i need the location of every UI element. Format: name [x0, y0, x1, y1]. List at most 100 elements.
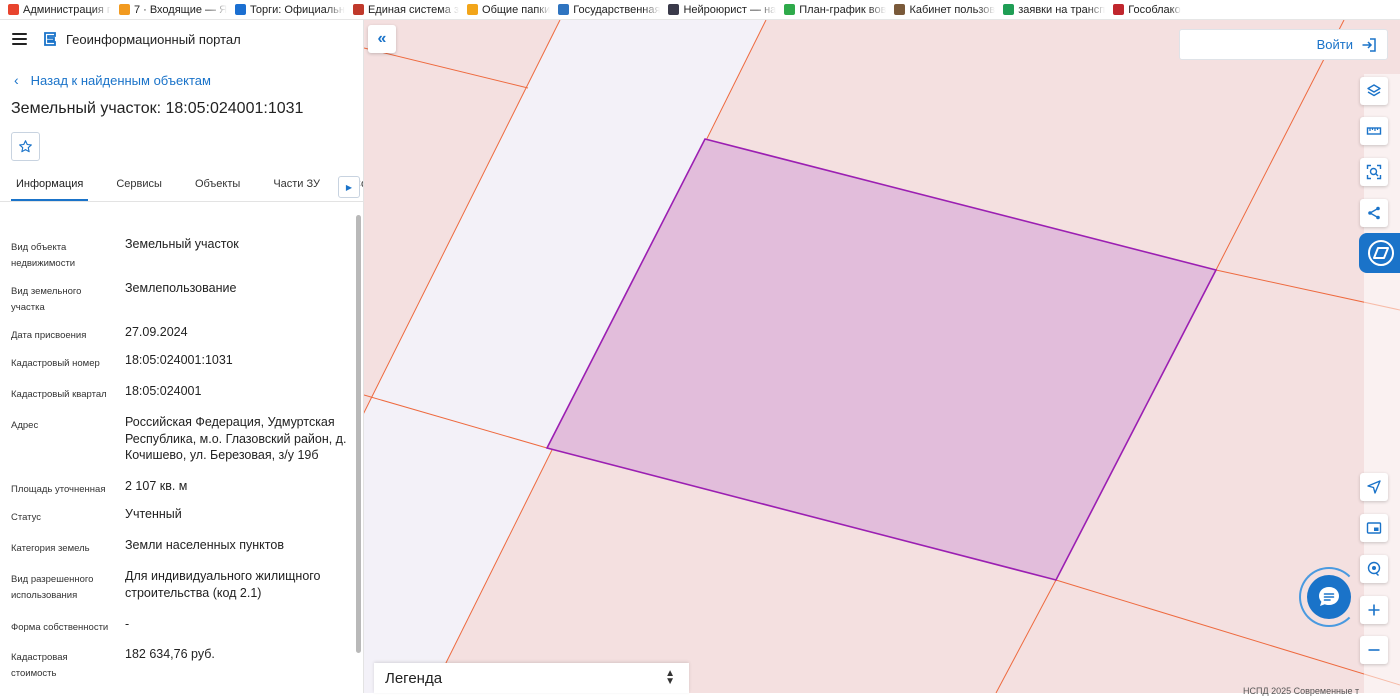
property-value: - — [125, 617, 130, 631]
chevron-left-icon: ‹ — [14, 72, 19, 88]
ruler-icon — [1366, 127, 1382, 135]
login-label: Войти — [1316, 37, 1353, 52]
property-key: Кадастровый номер — [11, 358, 100, 369]
bookmark-favicon-icon — [1113, 4, 1125, 15]
tab-2[interactable]: Объекты — [190, 172, 245, 201]
minimap-button[interactable] — [1360, 514, 1388, 542]
plus-icon — [1368, 604, 1380, 616]
property-key: Кадастровая стоимость — [11, 652, 68, 679]
properties-scrollbar[interactable] — [355, 206, 362, 693]
bookmarks-bar: Администрация г 7 · Входящие — Я Торги: Оф… — [0, 0, 1400, 20]
property-key: Вид разрешенного использования — [11, 574, 94, 601]
bookmark-label: Общие папки — [482, 3, 551, 16]
property-key: Форма собственности — [11, 622, 109, 633]
share-button[interactable] — [1360, 199, 1388, 227]
bookmark-item[interactable]: Единая система з — [352, 3, 460, 16]
bookmark-favicon-icon — [784, 4, 796, 15]
bookmark-item[interactable]: Нейроюрист — на — [668, 4, 776, 16]
bookmark-favicon-icon — [1003, 4, 1015, 15]
map-canvas[interactable] — [364, 20, 1400, 693]
parcel-boundary-line — [995, 579, 1057, 693]
login-button[interactable]: Войти — [1179, 29, 1388, 60]
property-key: Вид объекта недвижимости — [11, 242, 76, 269]
assistant-button[interactable] — [1359, 233, 1400, 273]
minus-icon — [1368, 649, 1380, 651]
property-value: Земли населенных пунктов — [125, 538, 284, 552]
star-icon — [19, 140, 32, 153]
back-to-results-link[interactable]: ‹ Назад к найденным объектам — [0, 70, 363, 90]
bookmark-label: Торги: Официальн — [250, 3, 345, 16]
bookmark-favicon-icon — [352, 4, 364, 15]
layers-button[interactable] — [1360, 77, 1388, 105]
property-value: 182 634,76 руб. — [125, 647, 215, 661]
property-key: Адрес — [11, 420, 39, 431]
bookmark-label: Нейроюрист — на — [683, 3, 777, 16]
bookmark-item[interactable]: 7 · Входящие — Я — [118, 3, 228, 16]
sidebar: Геоинформационный портал ‹ Назад к найде… — [0, 20, 364, 693]
locate-address-button[interactable] — [1360, 555, 1388, 583]
object-tabs: ИнформацияСервисыОбъектыЧасти ЗУСостав▶ — [0, 172, 363, 202]
bookmark-label: Государственная — [573, 3, 661, 16]
bookmark-label: заявки на трансп — [1018, 3, 1106, 16]
bookmark-label: 7 · Входящие — Я — [133, 3, 228, 16]
area-select-button[interactable] — [1360, 158, 1388, 186]
property-key: Дата присвоения — [11, 330, 87, 341]
bookmark-item[interactable]: заявки на трансп — [1003, 4, 1105, 16]
property-value: Учтенный — [125, 507, 182, 521]
tab-1[interactable]: Сервисы — [111, 172, 167, 201]
property-value: Земельный участок — [125, 237, 239, 251]
portal-logo-icon — [44, 32, 56, 46]
portal-title: Геоинформационный портал — [66, 31, 241, 47]
bookmark-favicon-icon — [668, 4, 680, 15]
property-value: Землепользование — [125, 281, 237, 295]
property-key: Категория земель — [11, 543, 90, 554]
navigation-arrow-icon — [1367, 480, 1381, 494]
tab-3[interactable]: Части ЗУ — [268, 172, 325, 201]
bookmark-item[interactable]: Государственная — [558, 4, 660, 16]
map-copyright: НСПД 2025 Современные т — [1243, 686, 1360, 696]
select-area-icon — [1366, 164, 1382, 180]
measure-button[interactable] — [1360, 117, 1388, 145]
bookmark-label: Единая система з — [367, 3, 460, 16]
bookmark-favicon-icon — [118, 4, 130, 15]
property-value: 2 107 кв. м — [125, 479, 188, 493]
bookmark-item[interactable]: Торги: Официальн — [235, 4, 345, 16]
tab-0[interactable]: Информация — [11, 172, 89, 201]
property-key: Площадь уточненная — [11, 484, 106, 495]
map-layer — [364, 20, 1400, 693]
favorite-button[interactable] — [11, 132, 40, 161]
picture-in-picture-icon — [1366, 522, 1382, 534]
property-key: Статус — [11, 512, 42, 523]
property-value: 27.09.2024 — [125, 325, 188, 339]
double-chevron-left-icon: « — [377, 30, 387, 47]
property-key: Кадастровый квартал — [11, 389, 107, 400]
bookmark-item[interactable]: Кабинет пользов — [894, 4, 995, 16]
bookmark-item[interactable]: Общие папки — [467, 4, 550, 16]
tabs-scroll-right-button[interactable]: ▶ — [338, 176, 360, 198]
bookmark-item[interactable]: Гособлако — [1113, 4, 1181, 16]
caret-right-icon: ▶ — [345, 182, 353, 192]
chat-button[interactable] — [1299, 567, 1359, 627]
bookmark-item[interactable]: Администрация г — [8, 4, 111, 16]
property-value: 18:05:024001 — [125, 384, 202, 398]
property-key: Вид земельного участка — [11, 286, 82, 313]
legend-label: Легенда — [385, 669, 443, 687]
bookmark-item[interactable]: План-график вов — [784, 4, 886, 16]
menu-icon[interactable] — [12, 33, 27, 45]
share-icon — [1368, 206, 1380, 220]
parcel-boundary-line — [364, 47, 529, 89]
zoom-in-button[interactable] — [1360, 596, 1388, 624]
legend-panel[interactable]: Легенда ▲ ▼ — [374, 663, 689, 693]
bookmark-favicon-icon — [894, 4, 906, 15]
expand-collapse-icon: ▲ ▼ — [665, 668, 675, 687]
scrollbar-thumb[interactable] — [356, 215, 361, 653]
assistant-icon — [1368, 240, 1394, 266]
location-pin-icon — [1367, 561, 1381, 576]
zoom-out-button[interactable] — [1360, 636, 1388, 664]
collapse-sidebar-button[interactable]: « — [368, 25, 396, 53]
bookmark-favicon-icon — [467, 4, 479, 15]
bookmark-favicon-icon — [8, 4, 19, 15]
geolocation-button[interactable] — [1360, 473, 1388, 501]
chat-ring — [1299, 567, 1359, 627]
layers-icon — [1367, 84, 1381, 97]
